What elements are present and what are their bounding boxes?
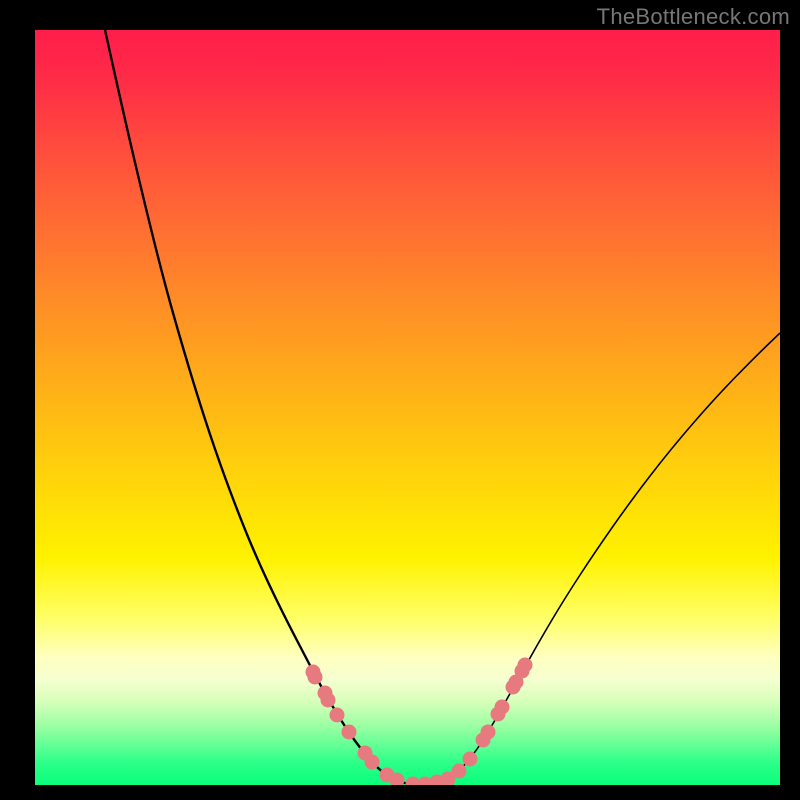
left-curve <box>105 30 390 777</box>
scatter-dots <box>306 658 533 786</box>
data-point <box>365 755 380 770</box>
data-point <box>321 693 336 708</box>
data-point <box>481 725 496 740</box>
data-point <box>342 725 357 740</box>
data-point <box>330 708 345 723</box>
data-point <box>452 764 467 779</box>
data-point <box>495 700 510 715</box>
chart-svg <box>35 30 780 785</box>
data-point <box>463 752 478 767</box>
data-point <box>518 658 533 673</box>
chart-frame: TheBottleneck.com <box>0 0 800 800</box>
plot-area <box>35 30 780 785</box>
data-point <box>308 670 323 685</box>
watermark-text: TheBottleneck.com <box>597 4 790 30</box>
